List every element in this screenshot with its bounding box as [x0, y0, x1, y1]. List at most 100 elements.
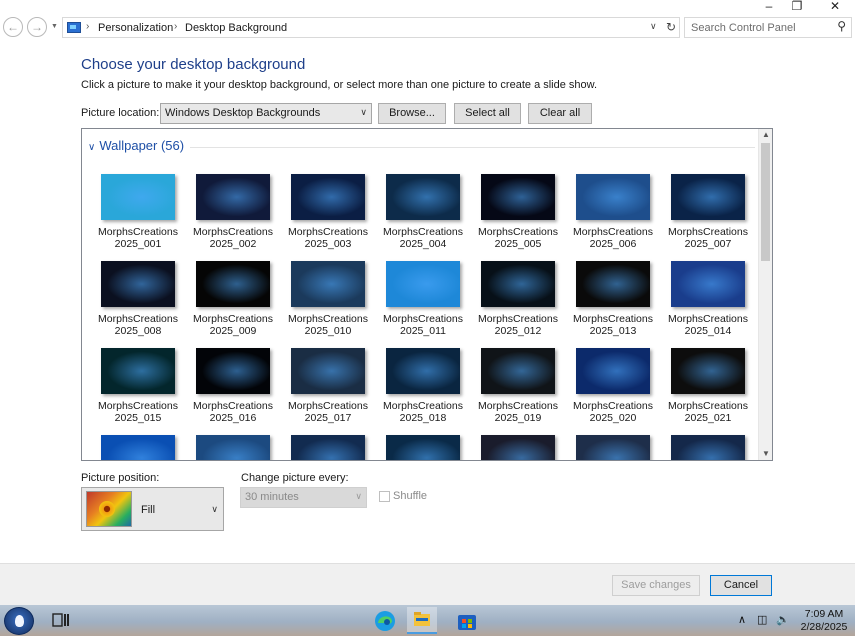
wallpaper-image	[671, 435, 745, 460]
wallpaper-image	[101, 261, 175, 307]
address-bar[interactable]: › Personalization › Desktop Background ∨…	[62, 17, 680, 38]
wallpaper-group-header[interactable]: ∨ Wallpaper (56)	[88, 138, 184, 153]
wallpaper-thumbnail[interactable]	[91, 423, 183, 460]
back-arrow-icon[interactable]: ←	[3, 17, 23, 37]
wallpaper-thumbnail[interactable]: MorphsCreations 2025_009	[186, 249, 278, 337]
select-all-button[interactable]: Select all	[454, 103, 521, 124]
breadcrumb-personalization[interactable]: Personalization	[98, 22, 173, 34]
chevron-right-icon[interactable]: ›	[86, 21, 89, 32]
wallpaper-label-line1: MorphsCreations	[478, 400, 558, 412]
wallpaper-label: MorphsCreations 2025_001	[87, 226, 189, 250]
shuffle-label: Shuffle	[393, 490, 428, 502]
wallpaper-thumbnail[interactable]	[661, 423, 753, 460]
volume-muted-icon[interactable]: 🔈	[776, 613, 790, 626]
network-icon[interactable]: ◫	[757, 613, 767, 626]
wallpaper-thumbnail[interactable]: MorphsCreations 2025_006	[566, 162, 658, 250]
wallpaper-thumbnail[interactable]: MorphsCreations 2025_002	[186, 162, 278, 250]
wallpaper-thumbnail[interactable]: MorphsCreations 2025_005	[471, 162, 563, 250]
wallpaper-thumbnail[interactable]	[281, 423, 373, 460]
task-view-icon[interactable]	[52, 612, 76, 636]
picture-position-select[interactable]: Fill ∨	[81, 487, 224, 531]
microsoft-store-icon[interactable]	[455, 609, 479, 633]
taskbar-clock[interactable]: 7:09 AM 2/28/2025	[799, 608, 849, 634]
wallpaper-image	[386, 261, 460, 307]
picture-position-label: Picture position:	[81, 472, 160, 484]
wallpaper-thumbnail[interactable]: MorphsCreations 2025_004	[376, 162, 468, 250]
wallpaper-label-line1: MorphsCreations	[668, 226, 748, 238]
maximize-button[interactable]: ❐	[777, 0, 817, 14]
wallpaper-label: MorphsCreations 2025_009	[182, 313, 284, 337]
wallpaper-thumbnail[interactable]	[376, 423, 468, 460]
address-row: ← → ▼ › Personalization › Desktop Backgr…	[0, 14, 855, 42]
show-hidden-icons-chevron-icon[interactable]: ∧	[738, 613, 746, 626]
recent-pages-chevron-icon[interactable]: ▼	[51, 22, 59, 32]
wallpaper-gallery[interactable]: ∨ Wallpaper (56) MorphsCreations 2025_001 M…	[81, 128, 773, 461]
wallpaper-image	[671, 174, 745, 220]
change-picture-interval-value: 30 minutes	[245, 491, 299, 503]
wallpaper-label-line1: MorphsCreations	[98, 226, 178, 238]
wallpaper-image	[671, 348, 745, 394]
wallpaper-thumbnail[interactable]: MorphsCreations 2025_008	[91, 249, 183, 337]
wallpaper-thumbnail[interactable]: MorphsCreations 2025_018	[376, 336, 468, 424]
wallpaper-image	[196, 435, 270, 460]
wallpaper-label: MorphsCreations 2025_005	[467, 226, 569, 250]
wallpaper-thumbnail[interactable]: MorphsCreations 2025_014	[661, 249, 753, 337]
shuffle-checkbox[interactable]	[379, 491, 390, 502]
address-dropdown-icon[interactable]: ∨	[650, 21, 657, 32]
wallpaper-thumbnail[interactable]: MorphsCreations 2025_021	[661, 336, 753, 424]
page-instruction: Click a picture to make it your desktop …	[81, 79, 598, 91]
save-changes-button[interactable]: Save changes	[612, 575, 700, 596]
forward-arrow-icon[interactable]: →	[27, 17, 47, 37]
scrollbar-thumb[interactable]	[761, 143, 770, 261]
scroll-up-icon[interactable]: ▲	[762, 130, 770, 139]
wallpaper-thumbnail[interactable]	[471, 423, 563, 460]
search-icon[interactable]: ⚲	[837, 19, 846, 33]
close-button[interactable]: ✕	[815, 0, 855, 14]
wallpaper-image	[481, 261, 555, 307]
search-input[interactable]: Search Control Panel ⚲	[684, 17, 852, 38]
edge-browser-icon[interactable]	[373, 609, 397, 633]
wallpaper-label: MorphsCreations 2025_013	[562, 313, 664, 337]
vertical-scrollbar[interactable]: ▲ ▼	[758, 129, 772, 460]
wallpaper-thumbnail[interactable]: MorphsCreations 2025_012	[471, 249, 563, 337]
chevron-right-icon[interactable]: ›	[174, 21, 177, 32]
clock-date: 2/28/2025	[800, 621, 848, 633]
wallpaper-thumbnail[interactable]: MorphsCreations 2025_001	[91, 162, 183, 250]
wallpaper-label: MorphsCreations 2025_019	[467, 400, 569, 424]
wallpaper-group-title: Wallpaper (56)	[99, 138, 185, 153]
refresh-icon[interactable]: ↻	[666, 20, 676, 34]
wallpaper-thumbnail[interactable]: MorphsCreations 2025_016	[186, 336, 278, 424]
wallpaper-thumbnail[interactable]: MorphsCreations 2025_017	[281, 336, 373, 424]
wallpaper-label: MorphsCreations 2025_020	[562, 400, 664, 424]
browse-button[interactable]: Browse...	[378, 103, 446, 124]
wallpaper-thumbnail[interactable]: MorphsCreations 2025_007	[661, 162, 753, 250]
start-button-icon[interactable]	[4, 607, 34, 635]
wallpaper-thumbnail[interactable]	[186, 423, 278, 460]
wallpaper-label-line1: MorphsCreations	[98, 400, 178, 412]
wallpaper-thumbnail[interactable]	[566, 423, 658, 460]
picture-location-select[interactable]: Windows Desktop Backgrounds ∨	[160, 103, 372, 124]
wallpaper-label-line1: MorphsCreations	[383, 313, 463, 325]
wallpaper-thumbnail[interactable]: MorphsCreations 2025_013	[566, 249, 658, 337]
flower-preview-icon	[86, 491, 132, 527]
change-picture-interval-select[interactable]: 30 minutes ∨	[240, 487, 367, 508]
breadcrumb-desktop-background[interactable]: Desktop Background	[185, 22, 287, 34]
wallpaper-image	[196, 174, 270, 220]
wallpaper-label: MorphsCreations 2025_006	[562, 226, 664, 250]
file-explorer-icon[interactable]	[407, 607, 437, 634]
clear-all-button[interactable]: Clear all	[528, 103, 592, 124]
scroll-down-icon[interactable]: ▼	[762, 449, 770, 458]
chevron-down-icon[interactable]: ∨	[88, 142, 95, 153]
wallpaper-thumbnail[interactable]: MorphsCreations 2025_020	[566, 336, 658, 424]
wallpaper-thumbnail[interactable]: MorphsCreations 2025_015	[91, 336, 183, 424]
wallpaper-label: MorphsCreations 2025_003	[277, 226, 379, 250]
wallpaper-label-line1: MorphsCreations	[668, 400, 748, 412]
wallpaper-label-line1: MorphsCreations	[573, 400, 653, 412]
wallpaper-label-line1: MorphsCreations	[478, 226, 558, 238]
wallpaper-thumbnail[interactable]: MorphsCreations 2025_010	[281, 249, 373, 337]
wallpaper-thumbnail[interactable]: MorphsCreations 2025_003	[281, 162, 373, 250]
wallpaper-thumbnail[interactable]: MorphsCreations 2025_019	[471, 336, 563, 424]
cancel-button[interactable]: Cancel	[710, 575, 772, 596]
wallpaper-thumbnail[interactable]: MorphsCreations 2025_011	[376, 249, 468, 337]
wallpaper-label: MorphsCreations 2025_007	[657, 226, 759, 250]
